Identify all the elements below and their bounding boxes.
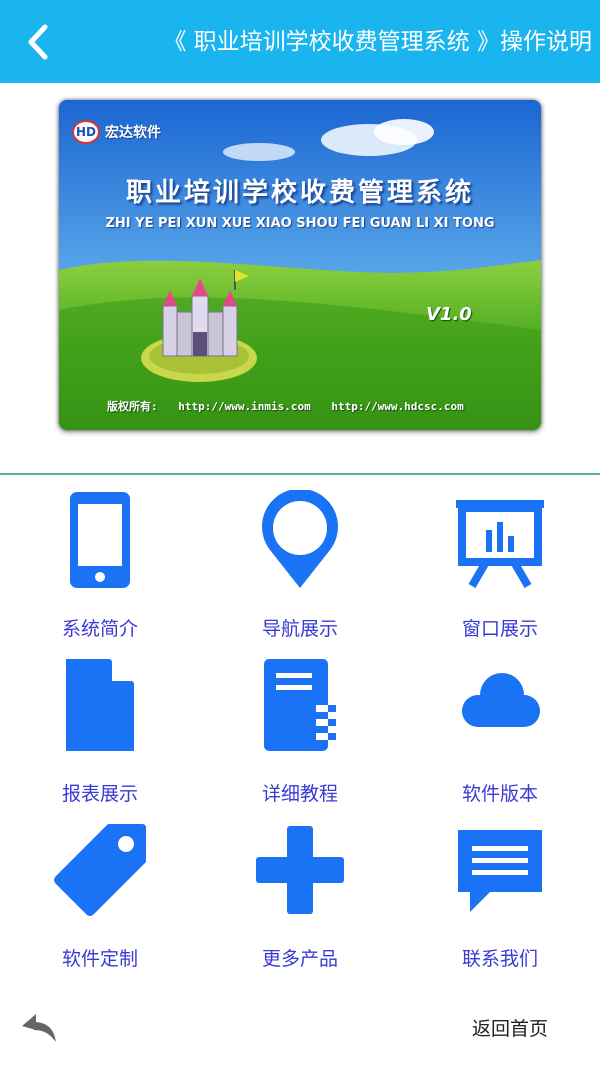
copyright-line: 版权所有: http://www.inmis.com http://www.hd… xyxy=(107,398,478,414)
footer-bar: 返回首页 xyxy=(0,1000,600,1067)
plus-icon xyxy=(256,826,344,914)
banner-artwork xyxy=(59,100,541,430)
menu-item-label: 联系我们 xyxy=(461,948,538,970)
menu-item-contact[interactable]: 联系我们 xyxy=(400,808,600,973)
location-pin-icon xyxy=(262,490,338,588)
product-subtitle: ZHI YE PEI XUN XUE XIAO SHOU FEI GUAN LI… xyxy=(105,216,495,231)
menu-grid: 系统简介 导航展示 窗口展示 报表展示 详细教程 软件版本 软件定制 更多产品 … xyxy=(0,478,600,978)
menu-item-label: 更多产品 xyxy=(261,948,338,970)
message-icon xyxy=(458,830,542,912)
menu-item-more-products[interactable]: 更多产品 xyxy=(200,808,400,973)
company-logo: HD xyxy=(72,120,100,144)
home-button[interactable]: 返回首页 xyxy=(472,1014,548,1041)
reply-arrow-icon xyxy=(22,1014,56,1042)
tag-icon xyxy=(54,824,146,916)
menu-item-label: 窗口展示 xyxy=(461,618,538,640)
footer-back-button[interactable] xyxy=(20,1012,60,1046)
notebook-icon xyxy=(264,659,336,751)
menu-item-label: 导航展示 xyxy=(261,618,338,640)
menu-item-customization[interactable]: 软件定制 xyxy=(0,808,200,973)
menu-item-system-intro[interactable]: 系统简介 xyxy=(0,478,200,643)
product-version: V1.0 xyxy=(426,304,472,325)
copyright-url-2: http://www.hdcsc.com xyxy=(331,400,464,413)
menu-item-label: 系统简介 xyxy=(61,618,138,640)
smartphone-icon xyxy=(70,492,130,588)
back-button[interactable] xyxy=(16,18,60,66)
menu-item-label: 详细教程 xyxy=(261,783,338,805)
menu-item-label: 报表展示 xyxy=(61,783,138,805)
chevron-left-icon xyxy=(28,24,48,60)
menu-item-window[interactable]: 窗口展示 xyxy=(400,478,600,643)
menu-item-navigation[interactable]: 导航展示 xyxy=(200,478,400,643)
page-title: 《 职业培训学校收费管理系统 》操作说明 xyxy=(163,29,592,55)
copyright-label: 版权所有: xyxy=(107,400,158,413)
menu-item-label: 软件定制 xyxy=(61,948,138,970)
top-app-bar: 《 职业培训学校收费管理系统 》操作说明 xyxy=(0,0,600,83)
menu-item-label: 软件版本 xyxy=(461,783,538,805)
menu-item-reports[interactable]: 报表展示 xyxy=(0,643,200,808)
section-divider xyxy=(0,473,600,475)
product-title: 职业培训学校收费管理系统 xyxy=(125,178,474,208)
cloud-icon xyxy=(462,673,540,727)
menu-item-tutorial[interactable]: 详细教程 xyxy=(200,643,400,808)
copyright-url-1: http://www.inmis.com xyxy=(178,400,311,413)
product-banner: HD 宏达软件 职业培训学校收费管理系统 ZHI YE PEI XUN XUE … xyxy=(59,100,541,430)
company-name: 宏达软件 xyxy=(105,125,161,141)
presentation-board-icon xyxy=(456,500,544,589)
menu-item-version[interactable]: 软件版本 xyxy=(400,643,600,808)
document-icon xyxy=(66,659,134,751)
